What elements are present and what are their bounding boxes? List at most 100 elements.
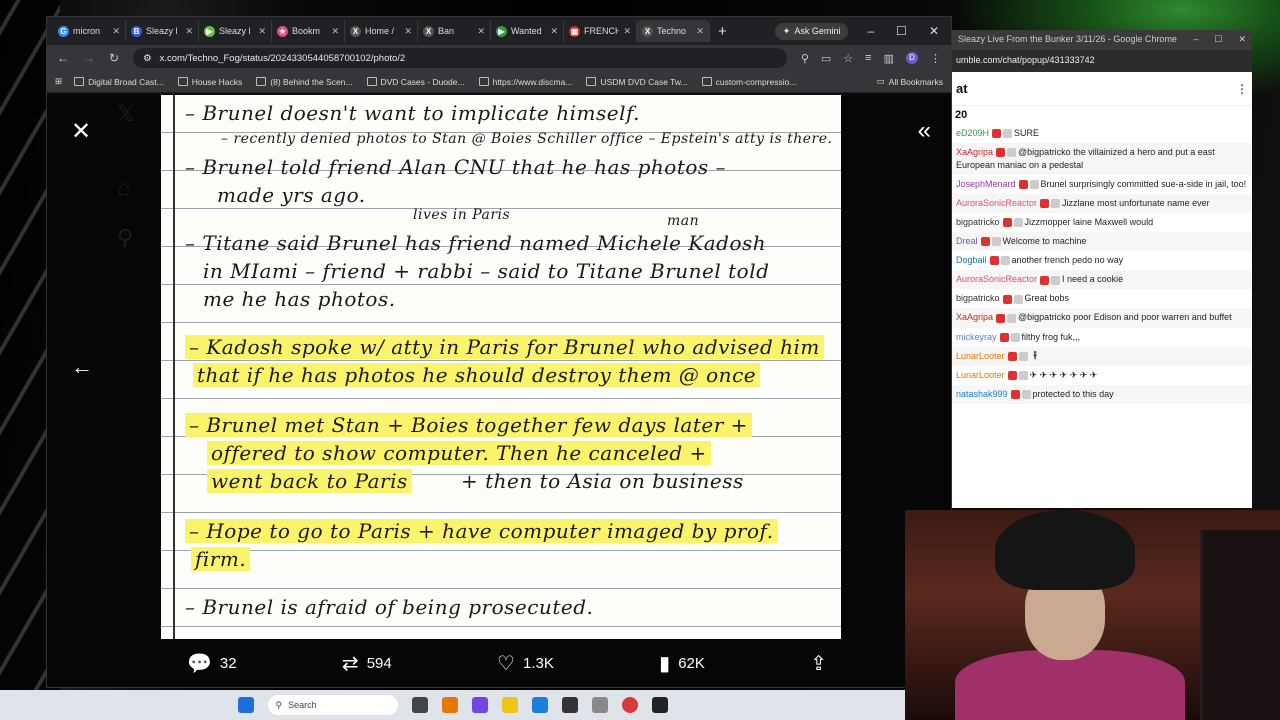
browser-tab[interactable]: ★ Bookm ✕ — [272, 20, 345, 42]
minimize-icon[interactable]: – — [867, 24, 874, 38]
tab-close-icon[interactable]: ✕ — [404, 26, 412, 37]
bookmark-item[interactable]: DVD Cases - Duode... — [366, 77, 465, 87]
chat-username[interactable]: XaAgripa — [956, 147, 993, 157]
tab-close-icon[interactable]: ✕ — [696, 26, 704, 37]
browser-tab[interactable]: ▣ FRENCH ✕ — [564, 20, 637, 42]
site-info-icon[interactable]: ⚙ — [143, 53, 152, 64]
tab-close-icon[interactable]: ✕ — [258, 26, 266, 37]
chat-message-text: Jizzmopper laine Maxwell would — [1024, 217, 1154, 228]
start-icon[interactable] — [237, 697, 254, 713]
all-bookmarks[interactable]: ▭ All Bookmarks — [877, 76, 943, 87]
app-icon[interactable] — [441, 697, 458, 713]
folder-icon[interactable] — [501, 697, 518, 713]
chat-username[interactable]: AuroraSonicReactor — [956, 274, 1037, 284]
chat-username[interactable]: Dreal — [956, 236, 978, 246]
reply-count: 32 — [219, 655, 237, 672]
chat-url-bar[interactable]: umble.com/chat/popup/431333742 — [952, 50, 1252, 72]
bookmark-item[interactable]: https://www.discma... — [478, 77, 572, 87]
minimize-icon[interactable]: – — [1193, 34, 1198, 46]
chat-header: at ⋮ — [952, 72, 1252, 106]
chat-username[interactable]: eD209H — [956, 128, 989, 138]
search-placeholder: Search — [288, 700, 317, 710]
apps-icon[interactable]: ⊞ — [55, 76, 62, 87]
close-viewer-icon[interactable]: ✕ — [71, 117, 91, 146]
browser-tab[interactable]: B Sleazy l ✕ — [126, 20, 199, 42]
chat-username[interactable]: bigpatricko — [956, 217, 1000, 227]
taskview-icon[interactable] — [411, 697, 428, 713]
reload-icon[interactable]: ↻ — [109, 51, 119, 65]
tab-favicon-icon: ★ — [277, 25, 288, 37]
chat-message: Dogball another french pedo no way — [952, 251, 1252, 270]
extensions-icon[interactable]: ≡ — [865, 52, 871, 64]
browser-tab[interactable]: Gmicron ✕ — [53, 20, 126, 42]
previous-photo-icon[interactable]: ← — [71, 354, 93, 380]
chat-username[interactable]: LunarLooter — [956, 370, 1005, 380]
cast-icon[interactable]: ▭ — [821, 52, 831, 65]
forward-icon[interactable]: → — [83, 51, 95, 65]
close-window-icon[interactable]: ✕ — [929, 24, 939, 38]
note-line: – recently denied photos to Stan @ Boies… — [221, 131, 833, 147]
maximize-icon[interactable]: ☐ — [896, 24, 907, 38]
chat-username[interactable]: AuroraSonicReactor — [956, 198, 1037, 208]
app-icon[interactable] — [471, 697, 488, 713]
tab-title: Sleazy l — [146, 26, 178, 36]
new-tab-button[interactable]: + — [718, 23, 727, 40]
app-icon[interactable] — [651, 697, 668, 713]
sidepanel-icon[interactable]: ▥ — [884, 52, 894, 65]
share-button[interactable]: ⇪ — [810, 651, 827, 676]
back-icon[interactable]: ← — [57, 51, 69, 65]
tab-close-icon[interactable]: ✕ — [550, 26, 558, 37]
browser-tab[interactable]: X Ban ✕ — [418, 20, 491, 42]
zoom-icon[interactable]: ⚲ — [801, 52, 809, 65]
tab-close-icon[interactable]: ✕ — [623, 26, 631, 37]
chat-username[interactable]: natashak999 — [956, 389, 1008, 399]
bookmark-item[interactable]: custom-compressio... — [701, 77, 796, 87]
chrome-icon[interactable] — [621, 697, 638, 713]
star-icon[interactable]: ☆ — [843, 52, 853, 65]
more-options-icon[interactable]: ⋮ — [1236, 82, 1248, 96]
app-icon[interactable] — [591, 697, 608, 713]
chat-message-text: Welcome to machine — [1002, 236, 1087, 247]
profile-avatar[interactable]: D — [906, 52, 918, 64]
tab-title: Techno — [657, 26, 687, 36]
expand-panel-icon[interactable]: « — [918, 117, 931, 145]
chat-username[interactable]: Dogball — [956, 255, 987, 265]
taskbar-search[interactable]: ⚲ Search — [267, 695, 398, 715]
browser-tab[interactable]: ▶ Wanted ✕ — [491, 20, 564, 42]
note-line: man — [667, 213, 700, 229]
tab-close-icon[interactable]: ✕ — [477, 26, 485, 37]
chat-username[interactable]: bigpatricko — [956, 293, 1000, 303]
tab-close-icon[interactable]: ✕ — [331, 26, 339, 37]
tab-close-icon[interactable]: ✕ — [185, 26, 193, 37]
webcam-overlay — [905, 510, 1280, 720]
browser-tab[interactable]: X Home / ✕ — [345, 20, 418, 42]
maximize-icon[interactable]: ☐ — [1214, 34, 1222, 46]
like-button[interactable]: ♡ 1.3K — [497, 651, 554, 676]
repost-button[interactable]: ⇄ 594 — [342, 651, 392, 676]
chat-username[interactable]: mickeyray — [956, 332, 997, 342]
bookmark-item[interactable]: USDM DVD Case Tw... — [586, 77, 688, 87]
tab-favicon-icon: G — [58, 25, 69, 37]
edge-icon[interactable] — [531, 697, 548, 713]
browser-tab[interactable]: X Techno ✕ — [637, 20, 710, 42]
chat-username[interactable]: XaAgripa — [956, 312, 993, 322]
chat-message-text: another french pedo no way — [1011, 255, 1124, 266]
chat-username[interactable]: LunarLooter — [956, 351, 1005, 361]
bookmark-item[interactable]: House Hacks — [177, 76, 243, 87]
bookmark-label: House Hacks — [191, 76, 243, 87]
ask-gemini-button[interactable]: ✦ Ask Gemini — [774, 22, 849, 40]
chat-message-text: I need a cookie — [1062, 274, 1124, 285]
tab-title: FRENCH — [584, 26, 620, 36]
chat-message-list[interactable]: eD209H SURE XaAgripa @bigpatricko the villa… — [952, 124, 1252, 404]
reply-button[interactable]: 💬 32 — [187, 651, 237, 676]
close-window-icon[interactable]: ✕ — [1238, 34, 1246, 46]
store-icon[interactable] — [561, 697, 578, 713]
bookmark-item[interactable]: Digital Broad Cast... — [74, 77, 164, 87]
browser-tab[interactable]: ▶ Sleazy l ✕ — [199, 20, 272, 42]
tab-close-icon[interactable]: ✕ — [112, 26, 120, 37]
address-bar[interactable]: ⚙ x.com/Techno_Fog/status/20243305440587… — [133, 48, 787, 68]
views-button[interactable]: ▮ 62K — [659, 651, 705, 676]
menu-icon[interactable]: ⋮ — [930, 52, 941, 65]
bookmark-item[interactable]: (8) Behind the Scen... — [256, 77, 353, 87]
chat-username[interactable]: JosephMenard — [956, 179, 1016, 189]
